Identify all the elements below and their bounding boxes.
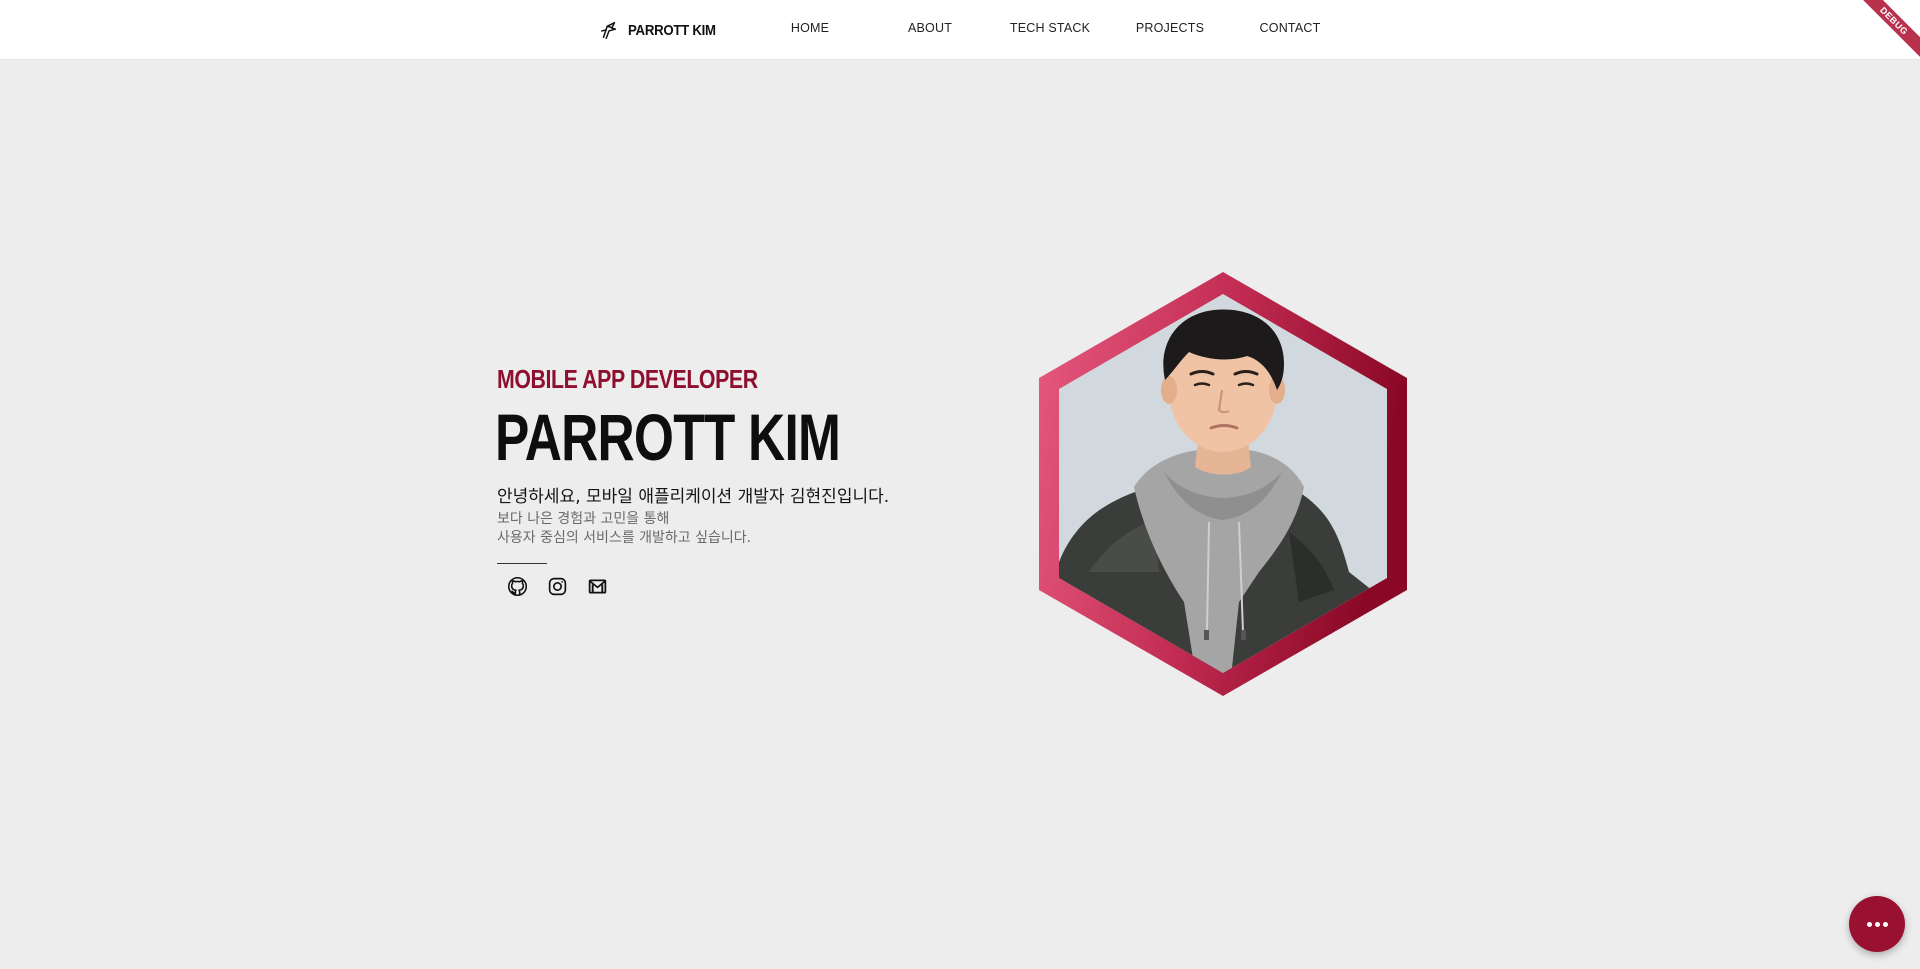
nav-contact[interactable]: CONTACT <box>1230 21 1350 35</box>
hero-name: PARROTT KIM <box>495 400 841 474</box>
social-links <box>505 574 609 598</box>
hero-divider <box>497 563 547 564</box>
github-link[interactable] <box>505 574 529 598</box>
hero-role: MOBILE APP DEVELOPER <box>497 364 758 394</box>
hero-description-line-1: 보다 나은 경험과 고민을 통해 <box>497 511 670 527</box>
profile-portrait <box>1039 272 1407 696</box>
gmail-icon <box>587 576 608 597</box>
nav-home[interactable]: HOME <box>750 21 870 35</box>
nav-about[interactable]: ABOUT <box>870 21 990 35</box>
profile-photo <box>1059 294 1387 673</box>
nav-projects[interactable]: PROJECTS <box>1110 21 1230 35</box>
more-options-button[interactable] <box>1849 896 1905 952</box>
brand-logo[interactable]: PARROTT KIM <box>598 18 728 42</box>
hero-description: 보다 나은 경험과 고민을 통해 사용자 중심의 서비스를 개발하고 싶습니다. <box>497 510 751 548</box>
github-icon <box>507 576 528 597</box>
hero-greeting: 안녕하세요, 모바일 애플리케이션 개발자 김현진입니다. <box>497 487 890 507</box>
top-navbar: PARROTT KIM HOME ABOUT TECH STACK PROJEC… <box>0 0 1920 60</box>
parrot-logo-icon <box>598 19 620 41</box>
hero-description-line-2: 사용자 중심의 서비스를 개발하고 싶습니다. <box>497 530 752 546</box>
gmail-link[interactable] <box>585 574 609 598</box>
instagram-icon <box>547 576 568 597</box>
nav-tech-stack[interactable]: TECH STACK <box>990 21 1110 35</box>
more-dots-icon <box>1866 921 1888 927</box>
brand-name: PARROTT KIM <box>628 21 716 39</box>
instagram-link[interactable] <box>545 574 569 598</box>
